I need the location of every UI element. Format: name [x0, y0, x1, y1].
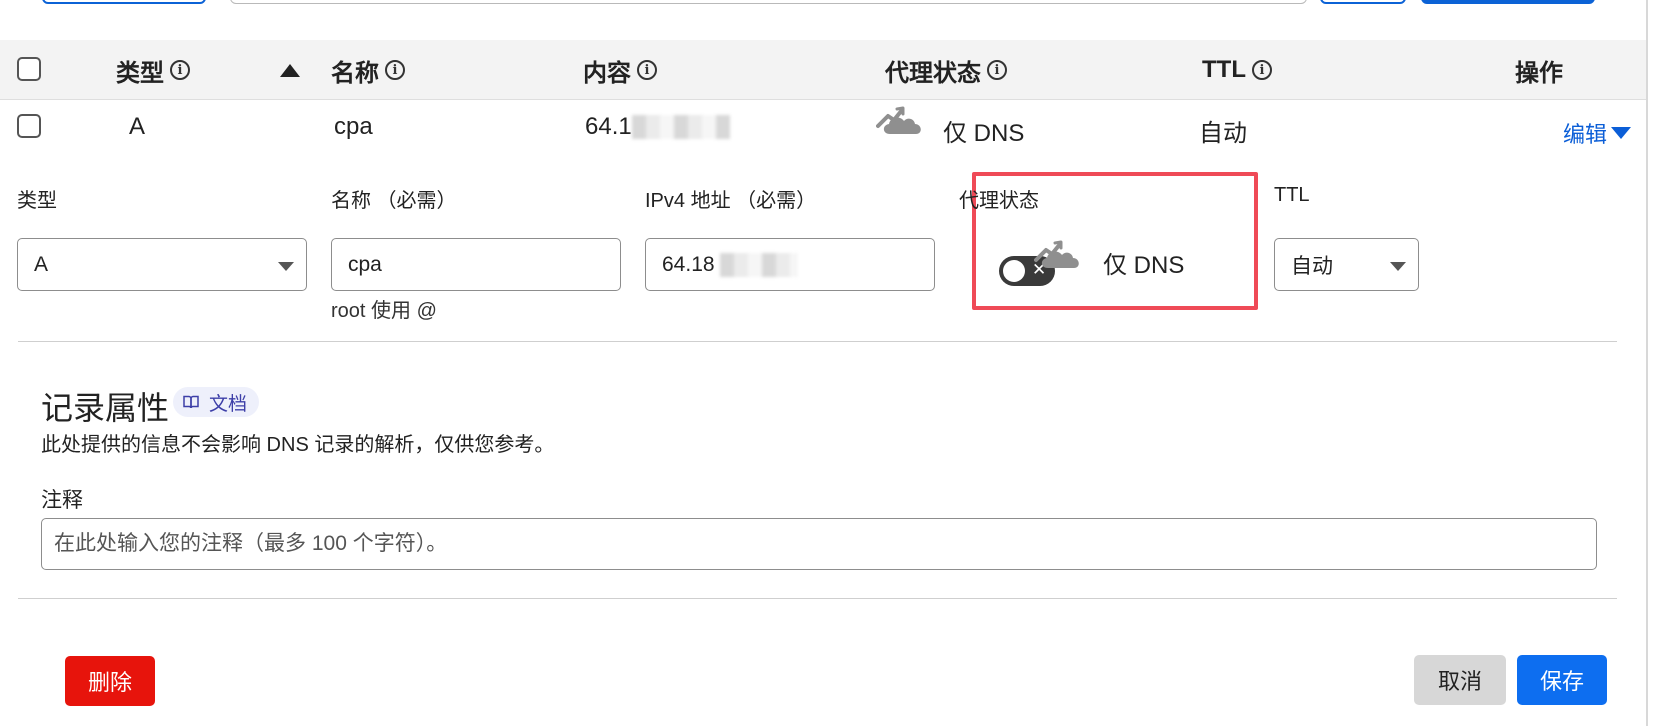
header-type[interactable]: 类型 i: [116, 40, 190, 100]
table-header: 类型 i 名称 i 内容 i 代理状态 i TTL i 操作: [0, 40, 1646, 100]
save-button[interactable]: 保存: [1517, 655, 1607, 705]
header-name[interactable]: 名称 i: [331, 40, 405, 100]
info-icon[interactable]: i: [1251, 60, 1272, 80]
select-all-checkbox[interactable]: [17, 57, 41, 81]
toolbar-button[interactable]: [42, 0, 206, 4]
panel-border: [1646, 0, 1648, 726]
row-proxy-status: 仅 DNS: [943, 120, 1025, 147]
header-content[interactable]: 内容 i: [583, 40, 657, 100]
info-icon[interactable]: i: [637, 60, 657, 80]
row-checkbox[interactable]: [17, 114, 41, 138]
header-proxy-status[interactable]: 代理状态 i: [885, 40, 1007, 100]
divider: [18, 341, 1617, 342]
docs-link[interactable]: 文档: [173, 387, 260, 417]
search-input[interactable]: [230, 0, 1307, 4]
proxy-status-value: 仅 DNS: [1103, 252, 1185, 279]
chevron-down-icon: [1390, 262, 1406, 271]
header-ttl[interactable]: TTL i: [1202, 40, 1272, 100]
name-input[interactable]: cpa: [331, 238, 621, 291]
type-label: 类型: [17, 190, 57, 212]
edit-toggle-link[interactable]: 编辑: [1563, 117, 1632, 149]
chevron-down-icon: [278, 262, 294, 271]
redacted-ip: [720, 253, 798, 277]
redacted-ip: [632, 115, 730, 139]
toggle-knob: [1003, 260, 1025, 282]
record-props-title: 记录属性: [41, 390, 170, 426]
row-type: A: [129, 113, 146, 140]
name-hint: root 使用 @: [331, 300, 437, 322]
info-icon[interactable]: i: [170, 60, 190, 80]
ipv4-label: IPv4 地址 （必需）: [645, 190, 817, 212]
delete-button[interactable]: 删除: [65, 656, 155, 706]
chevron-down-icon: [1611, 127, 1632, 139]
type-select[interactable]: A: [17, 238, 307, 291]
ttl-label: TTL: [1274, 184, 1310, 206]
proxy-status-label: 代理状态: [959, 190, 1039, 212]
dns-only-cloud-icon: [1034, 240, 1079, 268]
header-actions: 操作: [1515, 59, 1563, 87]
note-input[interactable]: [41, 518, 1597, 570]
toolbar-button-small[interactable]: [1320, 0, 1406, 4]
add-record-button[interactable]: [1421, 0, 1595, 4]
dns-record-editor: 类型 i 名称 i 内容 i 代理状态 i TTL i 操作 A cpa 64.…: [0, 0, 1677, 726]
ttl-select[interactable]: 自动: [1274, 238, 1419, 291]
sort-ascending-icon[interactable]: [280, 64, 300, 77]
row-content: 64.1: [585, 113, 632, 140]
info-icon[interactable]: i: [987, 60, 1007, 80]
row-ttl: 自动: [1199, 120, 1247, 147]
note-label: 注释: [41, 489, 83, 512]
info-icon[interactable]: i: [385, 60, 405, 80]
ipv4-input[interactable]: 64.18: [645, 238, 935, 291]
record-props-description: 此处提供的信息不会影响 DNS 记录的解析，仅供您参考。: [41, 434, 555, 456]
divider: [18, 598, 1617, 599]
name-label: 名称 （必需）: [331, 190, 457, 212]
dns-only-cloud-icon: [876, 106, 921, 134]
book-icon: [183, 395, 199, 409]
row-name: cpa: [334, 113, 373, 140]
cancel-button[interactable]: 取消: [1414, 655, 1506, 705]
